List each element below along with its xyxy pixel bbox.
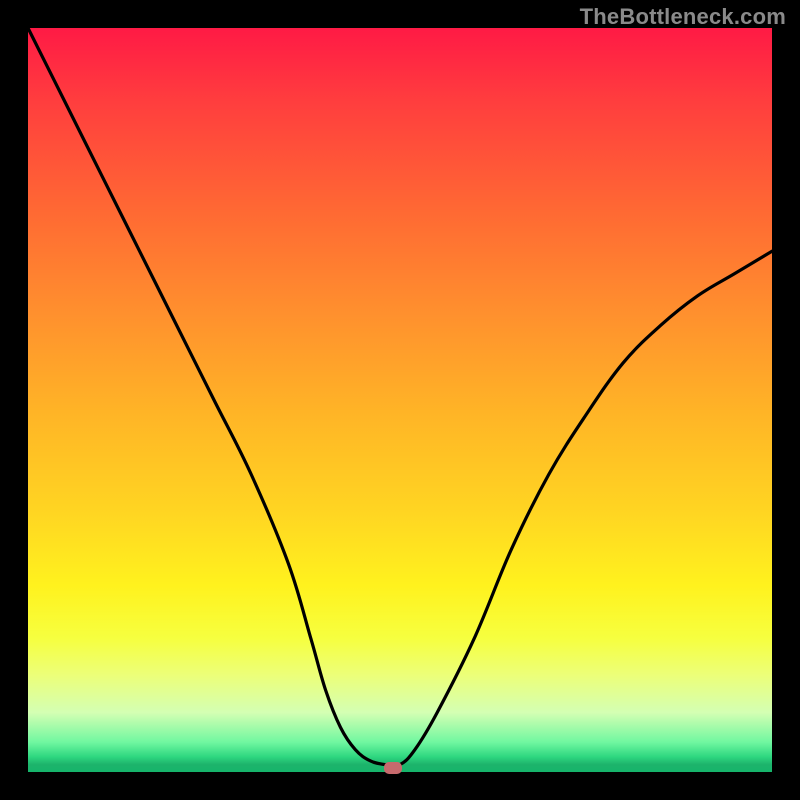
watermark-text: TheBottleneck.com <box>580 4 786 30</box>
optimum-marker <box>384 762 402 774</box>
bottleneck-curve <box>28 28 772 772</box>
plot-area <box>28 28 772 772</box>
chart-frame: TheBottleneck.com <box>0 0 800 800</box>
